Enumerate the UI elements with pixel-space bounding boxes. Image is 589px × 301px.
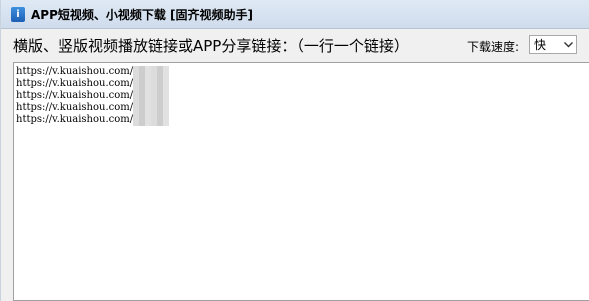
link-text: https://v.kuaishou.com/ <box>16 114 134 125</box>
chevron-down-icon[interactable] <box>560 36 576 53</box>
download-speed-label: 下载速度: <box>467 40 520 54</box>
redacted-block <box>133 102 170 114</box>
link-line: https://v.kuaishou.com/ <box>16 102 589 114</box>
link-text: https://v.kuaishou.com/ <box>16 66 134 77</box>
download-speed-value: 快 <box>534 38 547 52</box>
link-line: https://v.kuaishou.com/ <box>16 78 589 90</box>
link-text: https://v.kuaishou.com/ <box>16 102 134 113</box>
link-text: https://v.kuaishou.com/ <box>16 90 134 101</box>
redacted-block <box>133 114 170 126</box>
link-text: https://v.kuaishou.com/ <box>16 78 134 89</box>
link-input-label: 横版、竖版视频播放链接或APP分享链接：（一行一个链接） <box>13 37 409 55</box>
window-title: APP短视频、小视频下载 [固齐视频助手] <box>31 7 254 22</box>
link-input-textarea[interactable]: https://v.kuaishou.com/ https://v.kuaish… <box>13 62 589 301</box>
title-bar[interactable]: i APP短视频、小视频下载 [固齐视频助手] <box>1 0 589 29</box>
app-icon: i <box>11 6 25 22</box>
link-line: https://v.kuaishou.com/ <box>16 114 589 126</box>
redacted-block <box>133 90 170 102</box>
toolbar: 横版、竖版视频播放链接或APP分享链接：（一行一个链接） 下载速度: 快 <box>1 29 589 61</box>
app-window: i APP短视频、小视频下载 [固齐视频助手] 横版、竖版视频播放链接或APP分… <box>0 0 589 301</box>
link-line: https://v.kuaishou.com/ <box>16 90 589 102</box>
redacted-block <box>133 66 170 78</box>
download-speed-select[interactable]: 快 <box>529 35 577 54</box>
redacted-block <box>133 78 170 90</box>
link-line: https://v.kuaishou.com/ <box>16 66 589 78</box>
